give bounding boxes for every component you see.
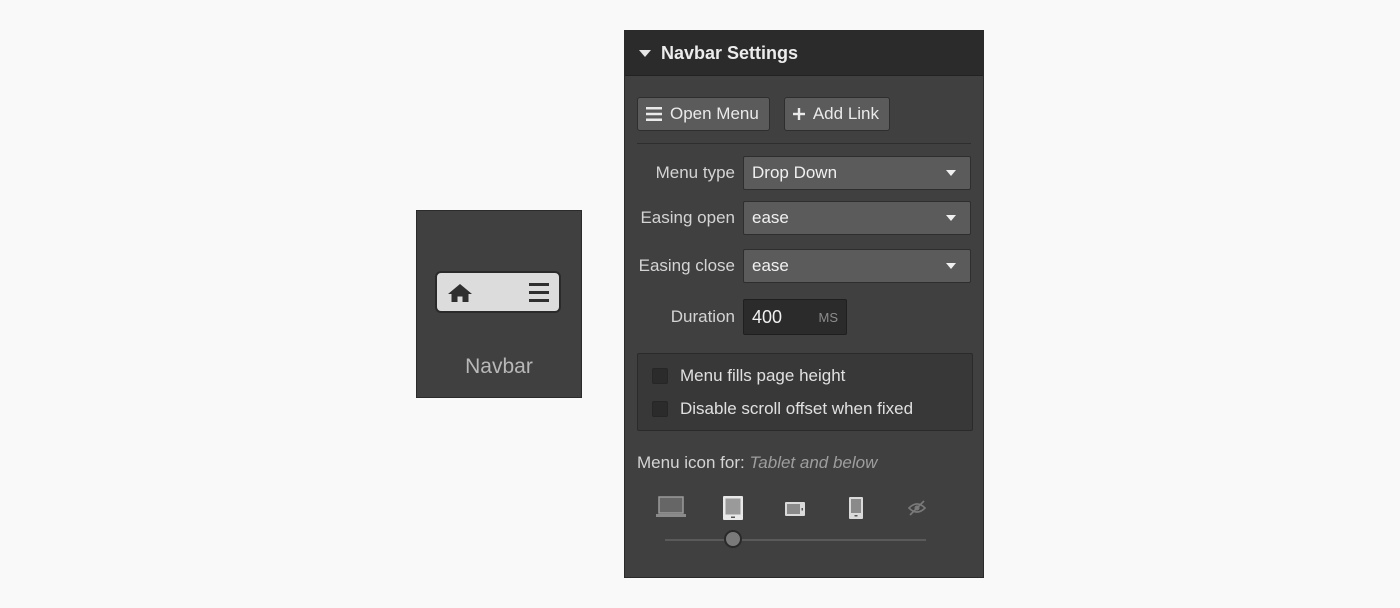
menu-fills-page-height-option[interactable]: Menu fills page height	[652, 366, 845, 386]
add-link-label: Add Link	[812, 104, 880, 123]
mobile-portrait-icon[interactable]	[847, 495, 865, 526]
navbar-element-card[interactable]: Navbar	[416, 210, 582, 398]
easing-open-value: ease	[752, 208, 789, 227]
open-menu-label: Open Menu	[670, 104, 759, 123]
panel-title: Navbar Settings	[661, 42, 799, 63]
tablet-icon[interactable]	[722, 495, 744, 526]
collapse-caret-icon[interactable]	[639, 49, 651, 57]
chevron-down-icon	[946, 215, 956, 221]
easing-open-row: Easing open ease	[625, 201, 971, 235]
checkbox-label: Disable scroll offset when fixed	[680, 399, 914, 418]
menu-type-value: Drop Down	[752, 163, 838, 182]
home-icon	[447, 283, 473, 308]
add-link-button[interactable]: Add Link	[783, 97, 891, 131]
menu-options-group: Menu fills page height Disable scroll of…	[637, 353, 973, 431]
menu-icon	[646, 107, 662, 121]
easing-open-label: Easing open	[640, 208, 735, 227]
breakpoint-slider-track[interactable]	[665, 539, 926, 541]
plus-icon	[792, 108, 805, 120]
easing-open-select[interactable]: ease	[743, 201, 971, 235]
hidden-eye-icon[interactable]	[907, 495, 927, 526]
easing-close-row: Easing close ease	[625, 249, 971, 283]
menu-fills-page-height-checkbox[interactable]	[652, 368, 668, 384]
open-menu-button[interactable]: Open Menu	[637, 97, 770, 131]
navbar-preview	[435, 271, 561, 313]
menu-icon-for-label: Menu icon for:	[637, 453, 745, 472]
menu-type-row: Menu type Drop Down	[625, 156, 971, 190]
duration-label: Duration	[670, 307, 735, 326]
duration-input[interactable]: 400 MS	[743, 299, 847, 335]
duration-unit: MS	[818, 309, 839, 325]
easing-close-label: Easing close	[638, 256, 735, 275]
hamburger-icon	[529, 283, 549, 308]
desktop-icon[interactable]	[655, 495, 687, 524]
divider	[637, 143, 971, 144]
menu-type-label: Menu type	[655, 163, 735, 182]
menu-type-select[interactable]: Drop Down	[743, 156, 971, 190]
menu-icon-for: Menu icon for: Tablet and below	[637, 453, 877, 473]
navbar-settings-panel: Navbar Settings Open Menu Add Link Menu …	[624, 30, 984, 578]
mobile-landscape-icon[interactable]	[784, 495, 806, 526]
panel-header[interactable]: Navbar Settings	[625, 31, 983, 76]
chevron-down-icon	[946, 170, 956, 176]
disable-scroll-offset-checkbox[interactable]	[652, 401, 668, 417]
easing-close-value: ease	[752, 256, 789, 275]
chevron-down-icon	[946, 263, 956, 269]
easing-close-select[interactable]: ease	[743, 249, 971, 283]
menu-icon-for-value: Tablet and below	[749, 453, 878, 472]
disable-scroll-offset-option[interactable]: Disable scroll offset when fixed	[652, 399, 913, 419]
breakpoint-slider-handle[interactable]	[724, 530, 742, 548]
navbar-card-label: Navbar	[465, 355, 533, 378]
checkbox-label: Menu fills page height	[680, 366, 846, 385]
duration-row: Duration 400 MS	[625, 299, 971, 335]
duration-value: 400	[752, 306, 783, 327]
